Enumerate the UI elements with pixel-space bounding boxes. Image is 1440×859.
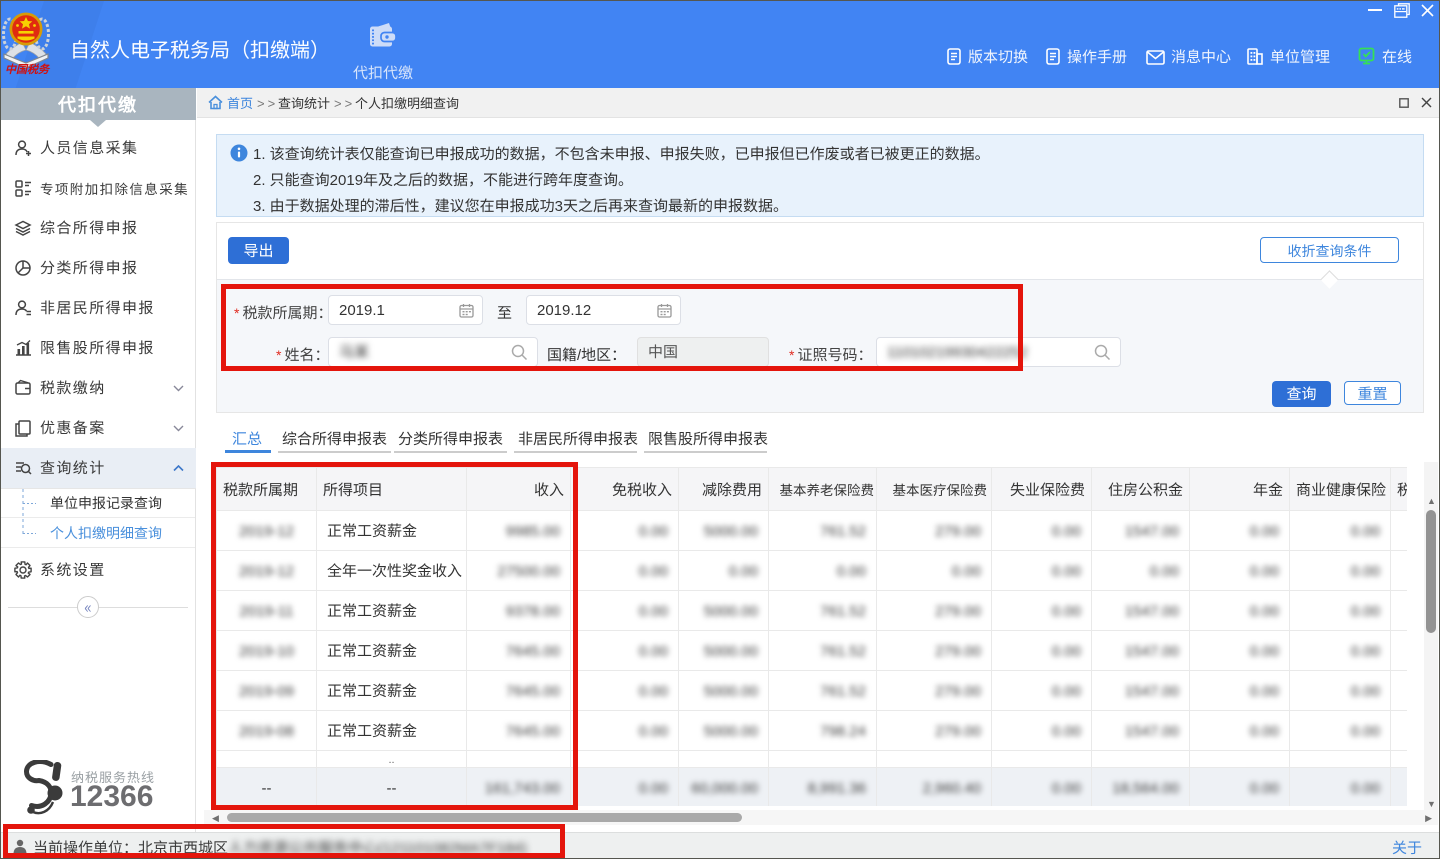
svg-text:中国税务: 中国税务	[5, 61, 51, 77]
